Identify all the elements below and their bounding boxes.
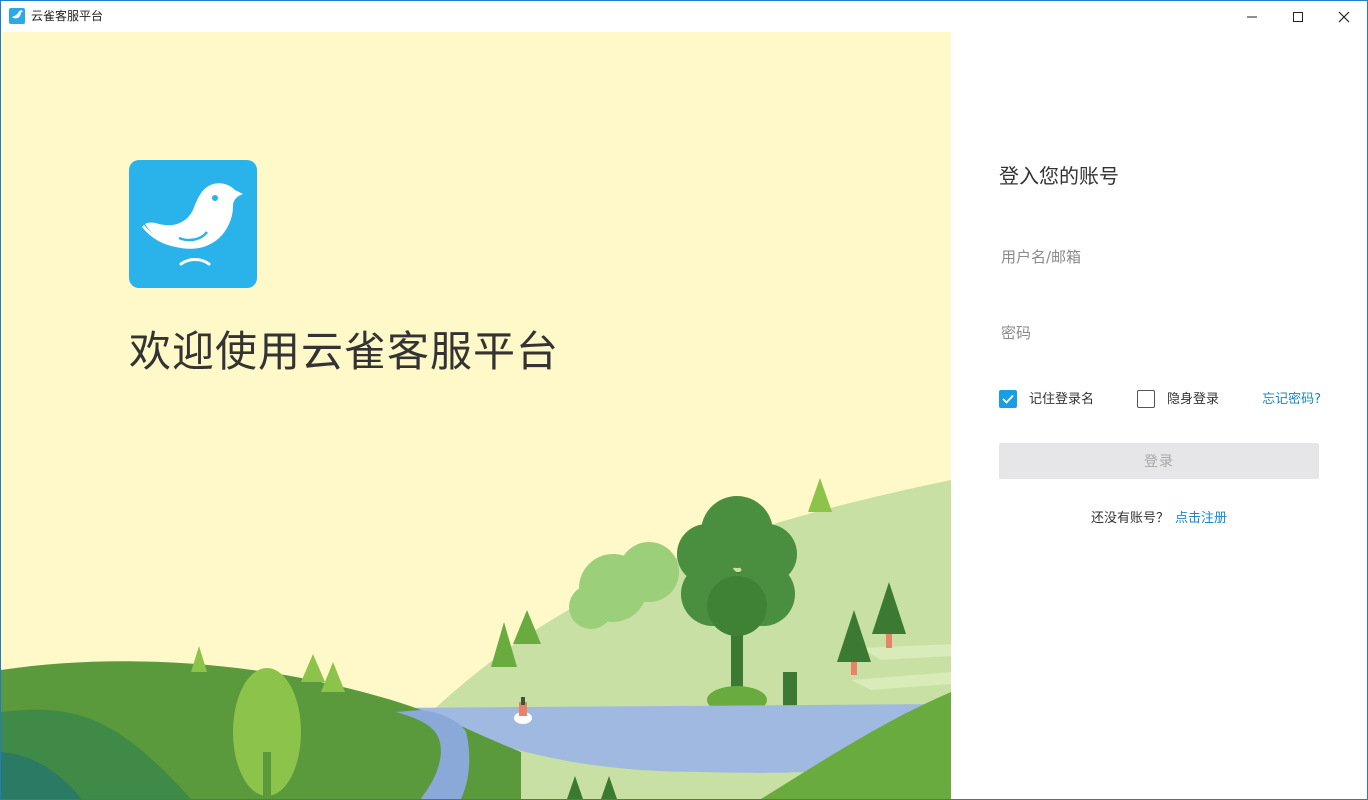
app-bird-icon xyxy=(9,8,25,24)
maximize-button[interactable] xyxy=(1275,1,1321,32)
login-options: 记住登录名 隐身登录 忘记密码? xyxy=(999,390,1321,412)
welcome-panel: 欢迎使用云雀客服平台 xyxy=(1,32,951,799)
welcome-heading: 欢迎使用云雀客服平台 xyxy=(129,327,560,376)
window-title: 云雀客服平台 xyxy=(31,9,104,23)
remember-checkbox[interactable] xyxy=(999,390,1017,408)
app-window: 云雀客服平台 欢迎使用云雀客服平台 登入您的账号 用户名/邮箱 记住登录名 隐身… xyxy=(0,0,1368,800)
close-button[interactable] xyxy=(1321,1,1367,32)
checkmark-icon xyxy=(1002,394,1014,404)
login-heading: 登入您的账号 xyxy=(999,164,1119,188)
password-input[interactable] xyxy=(999,313,1319,353)
forgot-password-link[interactable]: 忘记密码? xyxy=(1262,391,1321,409)
close-icon xyxy=(1338,11,1350,22)
invisible-login-label[interactable]: 隐身登录 xyxy=(1167,391,1219,409)
register-link[interactable]: 点击注册 xyxy=(1175,511,1227,526)
invisible-login-checkbox[interactable] xyxy=(1137,390,1155,408)
username-input[interactable] xyxy=(999,237,1319,277)
title-bar: 云雀客服平台 xyxy=(1,1,1367,32)
remember-label[interactable]: 记住登录名 xyxy=(1029,391,1094,409)
login-button[interactable]: 登录 xyxy=(999,443,1319,479)
minimize-button[interactable] xyxy=(1229,1,1275,32)
maximize-icon xyxy=(1293,11,1303,22)
landscape-illustration xyxy=(1,478,951,799)
login-panel: 登入您的账号 记住登录名 隐身登录 忘记密码? 登录 还没有账号？ 点击注册 xyxy=(951,32,1367,799)
register-row: 还没有账号？ 点击注册 xyxy=(999,510,1319,528)
bird-logo-icon xyxy=(129,160,257,288)
minimize-icon xyxy=(1247,16,1257,17)
no-account-text: 还没有账号？ xyxy=(1090,511,1169,526)
